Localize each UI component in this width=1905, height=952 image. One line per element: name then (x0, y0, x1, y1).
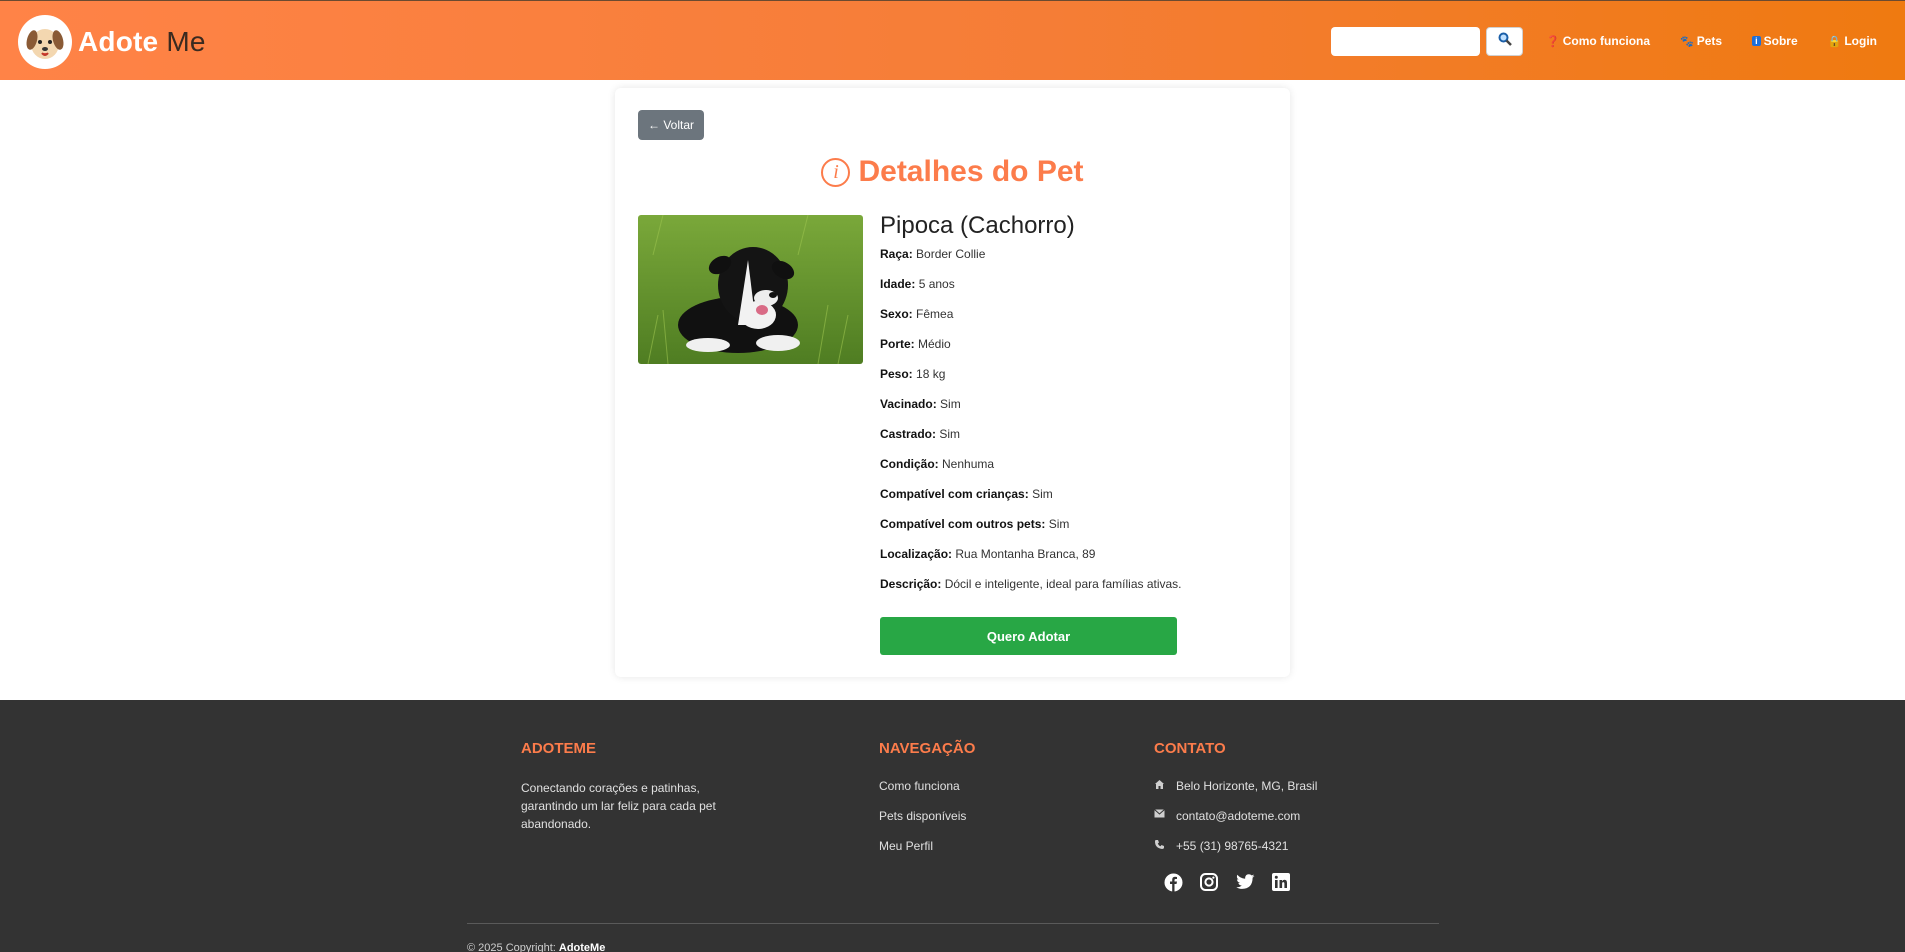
paw-icon: 🐾 (1680, 35, 1694, 48)
pet-name: Pipoca (Cachorro) (880, 212, 1075, 239)
field-label: Raça: (880, 247, 913, 261)
search-icon (1498, 32, 1512, 51)
field-label: Sexo: (880, 307, 913, 321)
question-icon: ❓ (1546, 35, 1560, 48)
home-icon (1154, 779, 1166, 793)
dog-logo-icon (18, 15, 72, 69)
contact-email: contato@adoteme.com (1154, 809, 1317, 839)
field-value: Dócil e inteligente, ideal para famílias… (944, 577, 1182, 591)
pet-photo (638, 215, 863, 364)
nav-label: Login (1844, 34, 1877, 48)
field-label: Vacinado: (880, 397, 937, 411)
top-navbar: Adote Me ❓ Como funciona 🐾 Pets i Sobre … (0, 0, 1905, 80)
field-value: Rua Montanha Branca, 89 (955, 547, 1096, 561)
field-sexo: Sexo: Fêmea (880, 306, 1270, 336)
field-label: Castrado: (880, 427, 937, 441)
field-label: Compatível com crianças: (880, 487, 1029, 501)
field-label: Compatível com outros pets: (880, 517, 1046, 531)
field-raca: Raça: Border Collie (880, 246, 1270, 276)
field-localizacao: Localização: Rua Montanha Branca, 89 (880, 546, 1270, 576)
info-circle-icon: i (821, 157, 851, 187)
footer-about: ADOTEME Conectando corações e patinhas, … (521, 740, 741, 833)
facebook-icon[interactable] (1162, 871, 1184, 893)
field-value: Fêmea (916, 307, 954, 321)
footer-link-perfil[interactable]: Meu Perfil (879, 839, 975, 869)
field-idade: Idade: 5 anos (880, 276, 1270, 306)
adopt-button[interactable]: Quero Adotar (880, 617, 1177, 655)
brand-name-thin: Me (166, 26, 206, 57)
linkedin-icon[interactable] (1270, 871, 1292, 893)
search-button[interactable] (1486, 27, 1523, 56)
brand-name: Adote Me (78, 26, 206, 58)
info-icon: i (1752, 36, 1761, 46)
field-label: Peso: (880, 367, 913, 381)
brand-name-bold: Adote (78, 26, 159, 57)
field-value: Sim (939, 427, 961, 441)
nav-label: Como funciona (1562, 34, 1651, 48)
nav-label: Pets (1696, 34, 1723, 48)
field-porte: Porte: Médio (880, 336, 1270, 366)
footer-contact-title: CONTATO (1154, 740, 1226, 757)
nav-como-funciona[interactable]: ❓ Como funciona (1546, 34, 1650, 48)
pet-info: Pipoca (Cachorro) Raça: Border Collie Id… (880, 212, 1270, 606)
pet-details-card: ← Voltar i Detalhes do Pet Pipoca (Cacho… (615, 88, 1290, 677)
field-peso: Peso: 18 kg (880, 366, 1270, 396)
footer-about-title: ADOTEME (521, 740, 596, 757)
field-compat-criancas: Compatível com crianças: Sim (880, 486, 1270, 516)
nav-pets[interactable]: 🐾 Pets (1680, 34, 1722, 48)
footer-nav-title: NAVEGAÇÃO (879, 740, 976, 757)
footer-navigation: NAVEGAÇÃO Como funciona Pets disponíveis… (879, 740, 975, 869)
field-value: Sim (1048, 517, 1070, 531)
nav-label: Sobre (1763, 34, 1798, 48)
brand-logo[interactable]: Adote Me (18, 15, 206, 69)
contact-text[interactable]: contato@adoteme.com (1176, 809, 1300, 823)
footer: ADOTEME Conectando corações e patinhas, … (0, 700, 1905, 952)
contact-text: +55 (31) 98765-4321 (1176, 839, 1289, 853)
search-input[interactable] (1331, 27, 1480, 56)
field-value: Sim (940, 397, 961, 411)
field-label: Descrição: (880, 577, 942, 591)
contact-address: Belo Horizonte, MG, Brasil (1154, 779, 1317, 809)
footer-link-como-funciona[interactable]: Como funciona (879, 779, 975, 809)
field-value: Sim (1032, 487, 1053, 501)
envelope-icon (1154, 809, 1166, 821)
field-vacinado: Vacinado: Sim (880, 396, 1270, 426)
field-value: 5 anos (918, 277, 955, 291)
field-value: Médio (918, 337, 951, 351)
contact-phone: +55 (31) 98765-4321 (1154, 839, 1317, 869)
copyright-prefix: © 2025 Copyright: (467, 942, 556, 952)
copyright: © 2025 Copyright: AdoteMe (467, 942, 605, 952)
phone-icon (1154, 839, 1166, 853)
nav-login[interactable]: 🔒 Login (1828, 34, 1877, 48)
footer-link-pets[interactable]: Pets disponíveis (879, 809, 975, 839)
field-label: Porte: (880, 337, 915, 351)
lock-icon: 🔒 (1827, 35, 1842, 48)
field-value: Nenhuma (942, 457, 995, 471)
footer-divider (467, 923, 1439, 924)
field-value: 18 kg (916, 367, 946, 381)
instagram-icon[interactable] (1198, 871, 1220, 893)
twitter-icon[interactable] (1234, 871, 1256, 893)
field-descricao: Descrição: Dócil e inteligente, ideal pa… (880, 576, 1270, 606)
social-links (1162, 871, 1317, 893)
field-label: Condição: (880, 457, 939, 471)
footer-contact: CONTATO Belo Horizonte, MG, Brasil conta… (1154, 740, 1317, 893)
footer-about-text: Conectando corações e patinhas, garantin… (521, 781, 716, 831)
contact-text: Belo Horizonte, MG, Brasil (1176, 779, 1318, 793)
back-button[interactable]: ← Voltar (638, 110, 704, 140)
field-condicao: Condição: Nenhuma (880, 456, 1270, 486)
field-value: Border Collie (916, 247, 986, 261)
copyright-brand[interactable]: AdoteMe (559, 942, 605, 952)
nav-sobre[interactable]: i Sobre (1752, 34, 1798, 48)
field-compat-pets: Compatível com outros pets: Sim (880, 516, 1270, 546)
field-label: Localização: (880, 547, 953, 561)
field-castrado: Castrado: Sim (880, 426, 1270, 456)
page-title: i Detalhes do Pet (615, 155, 1290, 189)
field-label: Idade: (880, 277, 916, 291)
page-title-text: Detalhes do Pet (858, 155, 1084, 188)
main-nav: ❓ Como funciona 🐾 Pets i Sobre 🔒 Login (1546, 34, 1905, 48)
